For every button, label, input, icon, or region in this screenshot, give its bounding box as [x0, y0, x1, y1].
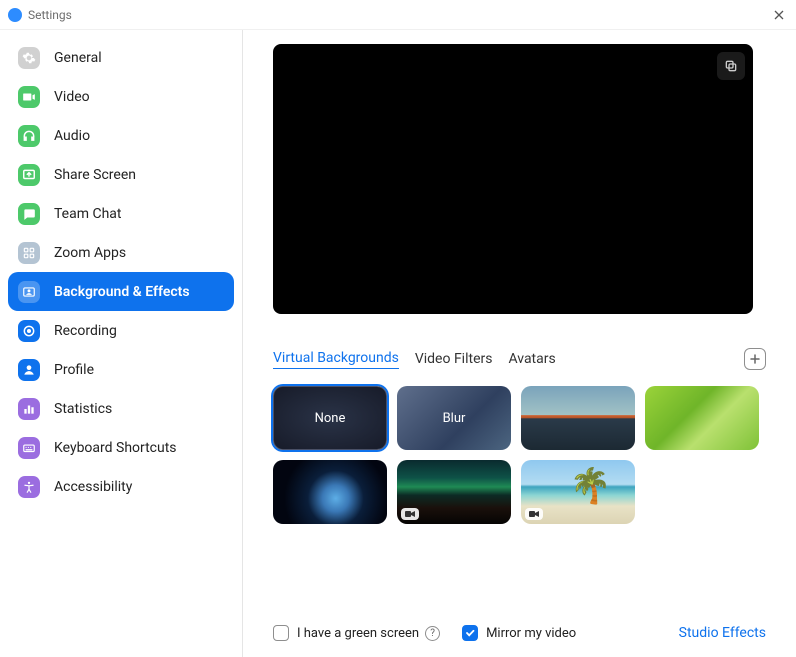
window-title: Settings [28, 8, 72, 22]
sidebar-item-keyboard-shortcuts[interactable]: Keyboard Shortcuts [8, 428, 234, 467]
sidebar-item-profile[interactable]: Profile [8, 350, 234, 389]
background-grid: None Blur 🌴 [273, 386, 763, 524]
video-badge-icon [525, 508, 543, 520]
bg-tile-bridge[interactable] [521, 386, 635, 450]
sidebar-item-general[interactable]: General [8, 38, 234, 77]
app-icon [8, 8, 22, 22]
add-background-button[interactable] [744, 348, 766, 370]
person-card-icon [18, 281, 40, 303]
mirror-video-checkbox[interactable] [462, 625, 478, 641]
sidebar-item-background-effects[interactable]: Background & Effects [8, 272, 234, 311]
bg-tile-earth[interactable] [273, 460, 387, 524]
bg-tile-blur[interactable]: Blur [397, 386, 511, 450]
tile-label: Blur [443, 411, 466, 426]
sidebar-label: Keyboard Shortcuts [54, 440, 177, 456]
sidebar-label: Statistics [54, 401, 112, 417]
sidebar-item-audio[interactable]: Audio [8, 116, 234, 155]
record-icon [18, 320, 40, 342]
close-button[interactable] [768, 4, 790, 26]
video-badge-icon [401, 508, 419, 520]
video-preview [273, 44, 753, 314]
video-icon [18, 86, 40, 108]
sidebar-label: Recording [54, 323, 117, 339]
sidebar-label: Audio [54, 128, 90, 144]
settings-sidebar: General Video Audio Share Screen Team Ch… [0, 30, 243, 657]
rotate-button[interactable] [717, 52, 745, 80]
green-screen-help-icon[interactable]: ? [425, 626, 440, 641]
palm-decoration: 🌴 [567, 464, 613, 508]
main-panel: Virtual Backgrounds Video Filters Avatar… [243, 30, 796, 657]
green-screen-label: I have a green screen [297, 626, 419, 641]
sidebar-item-statistics[interactable]: Statistics [8, 389, 234, 428]
sidebar-label: Accessibility [54, 479, 132, 495]
tab-avatars[interactable]: Avatars [508, 351, 555, 367]
profile-icon [18, 359, 40, 381]
effect-tabs: Virtual Backgrounds Video Filters Avatar… [273, 348, 766, 370]
sidebar-label: Team Chat [54, 206, 121, 222]
sidebar-item-video[interactable]: Video [8, 77, 234, 116]
bg-tile-aurora[interactable] [397, 460, 511, 524]
bg-tile-none[interactable]: None [273, 386, 387, 450]
tab-video-filters[interactable]: Video Filters [415, 351, 493, 367]
sidebar-label: Zoom Apps [54, 245, 126, 261]
chat-icon [18, 203, 40, 225]
bottom-options: I have a green screen ? Mirror my video … [273, 625, 766, 641]
titlebar: Settings [0, 0, 796, 30]
bg-tile-grass[interactable] [645, 386, 759, 450]
studio-effects-link[interactable]: Studio Effects [679, 625, 766, 641]
tile-label: None [315, 411, 346, 426]
green-screen-checkbox[interactable] [273, 625, 289, 641]
sidebar-label: Video [54, 89, 90, 105]
accessibility-icon [18, 476, 40, 498]
sidebar-item-team-chat[interactable]: Team Chat [8, 194, 234, 233]
sidebar-label: Profile [54, 362, 94, 378]
statistics-icon [18, 398, 40, 420]
sidebar-label: General [54, 50, 102, 66]
sidebar-item-zoom-apps[interactable]: Zoom Apps [8, 233, 234, 272]
mirror-video-label: Mirror my video [486, 626, 576, 641]
gear-icon [18, 47, 40, 69]
apps-icon [18, 242, 40, 264]
sidebar-label: Background & Effects [54, 284, 190, 300]
sidebar-item-accessibility[interactable]: Accessibility [8, 467, 234, 506]
tab-virtual-backgrounds[interactable]: Virtual Backgrounds [273, 350, 399, 369]
sidebar-item-share-screen[interactable]: Share Screen [8, 155, 234, 194]
sidebar-item-recording[interactable]: Recording [8, 311, 234, 350]
sidebar-label: Share Screen [54, 167, 136, 183]
share-screen-icon [18, 164, 40, 186]
headphones-icon [18, 125, 40, 147]
keyboard-icon [18, 437, 40, 459]
bg-tile-beach[interactable]: 🌴 [521, 460, 635, 524]
